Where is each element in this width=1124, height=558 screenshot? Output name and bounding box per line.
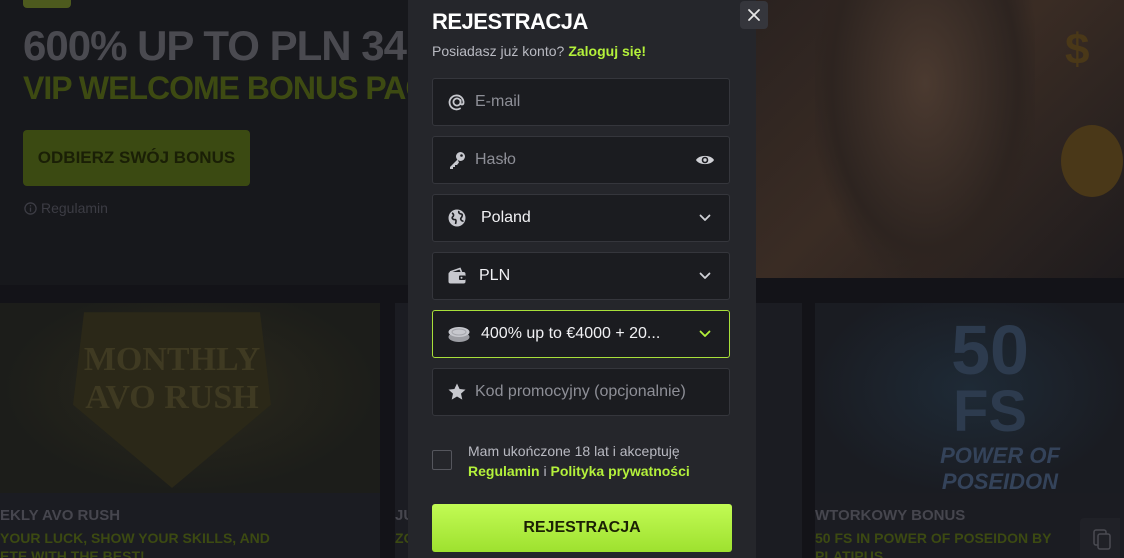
have-account-row: Posiadasz już konto? Zaloguj się! <box>432 43 646 59</box>
bonus-value: 400% up to €4000 + 20... <box>481 325 661 342</box>
hero-model-art <box>815 0 1035 278</box>
at-sign-icon <box>447 92 467 112</box>
chevron-down-icon <box>695 266 715 286</box>
password-field[interactable]: Hasło <box>432 136 730 184</box>
age-terms-checkbox[interactable] <box>432 450 452 470</box>
have-account-text: Posiadasz już konto? <box>432 43 565 59</box>
chevron-down-icon <box>695 208 715 228</box>
hero-terms-link[interactable]: Regulamin <box>24 200 108 216</box>
chevron-down-icon <box>695 324 715 344</box>
promo-code-field[interactable]: Kod promocyjny (opcjonalnie) <box>432 368 730 416</box>
coins-icon <box>447 324 471 344</box>
coin-art <box>1061 125 1123 197</box>
privacy-policy-link[interactable]: Polityka prywatności <box>550 463 689 479</box>
card-art-text: 50 <box>951 311 1029 389</box>
claim-bonus-button[interactable]: ODBIERZ SWÓJ BONUS <box>23 130 250 186</box>
card-description: 50 FS IN POWER OF POSEIDON BY <box>815 530 1052 546</box>
hero-terms-label: Regulamin <box>41 200 108 216</box>
card-description: PLATIPUS <box>815 548 884 558</box>
agreement-text: Mam ukończone 18 lat i akceptuję Regulam… <box>468 441 728 481</box>
login-link[interactable]: Zaloguj się! <box>568 43 646 59</box>
wallet-icon <box>447 266 467 286</box>
info-icon <box>24 201 37 215</box>
register-button[interactable]: REJESTRACJA <box>432 504 732 552</box>
vip-tag <box>23 0 71 8</box>
card-title: JU <box>395 507 408 524</box>
currency-select[interactable]: PLN <box>432 252 730 300</box>
email-field[interactable]: E-mail <box>432 78 730 126</box>
card-description: YOUR LUCK, SHOW YOUR SKILLS, AND <box>0 530 270 546</box>
promo-code-input[interactable]: Kod promocyjny (opcjonalnie) <box>475 383 729 401</box>
card-art-text: MONTHLY AVO RUSH <box>83 341 261 416</box>
promo-card[interactable]: JU ZO <box>395 303 408 558</box>
close-button[interactable] <box>740 1 768 29</box>
star-icon <box>447 382 467 402</box>
registration-modal: REJESTRACJA Posiadasz już konto? Zaloguj … <box>408 0 768 558</box>
and-text: i <box>543 463 547 479</box>
promo-card[interactable]: 50 FS POWER OF POSEIDON WTORKOWY BONUS 5… <box>815 303 1124 558</box>
card-art-text: FS <box>952 379 1028 444</box>
close-icon <box>748 9 760 21</box>
hero-banner: 600% UP TO PLN 34 000 VIP WELCOME BONUS … <box>0 0 517 285</box>
promo-card[interactable]: MONTHLY AVO RUSH EKLY AVO RUSH YOUR LUCK… <box>0 303 380 558</box>
country-select[interactable]: Poland <box>432 194 730 242</box>
copy-icon[interactable] <box>1080 518 1120 558</box>
modal-title: REJESTRACJA <box>432 9 588 34</box>
card-title: WTORKOWY BONUS <box>815 507 966 524</box>
password-input[interactable]: Hasło <box>475 151 695 169</box>
agreement-label: Mam ukończone 18 lat i akceptuję <box>468 443 680 459</box>
terms-link[interactable]: Regulamin <box>468 463 540 479</box>
card-art-text: POWER OF POSEIDON <box>940 443 1060 494</box>
currency-value: PLN <box>479 267 511 284</box>
hero-image: $ <box>755 0 1124 278</box>
card-image: MONTHLY AVO RUSH <box>0 303 380 493</box>
bonus-select[interactable]: 400% up to €4000 + 20... <box>432 310 730 358</box>
dollar-art: $ <box>1065 25 1090 74</box>
key-icon <box>447 150 467 170</box>
country-value: Poland <box>481 209 531 226</box>
globe-icon <box>447 208 467 228</box>
card-description: ZO <box>395 530 408 546</box>
eye-icon[interactable] <box>695 150 715 170</box>
card-title: EKLY AVO RUSH <box>0 507 121 524</box>
card-image: 50 FS POWER OF POSEIDON <box>815 303 1124 494</box>
promo-card-edge <box>756 303 802 558</box>
card-description: ETE WITH THE BEST! <box>0 548 145 558</box>
email-input[interactable]: E-mail <box>475 93 729 111</box>
